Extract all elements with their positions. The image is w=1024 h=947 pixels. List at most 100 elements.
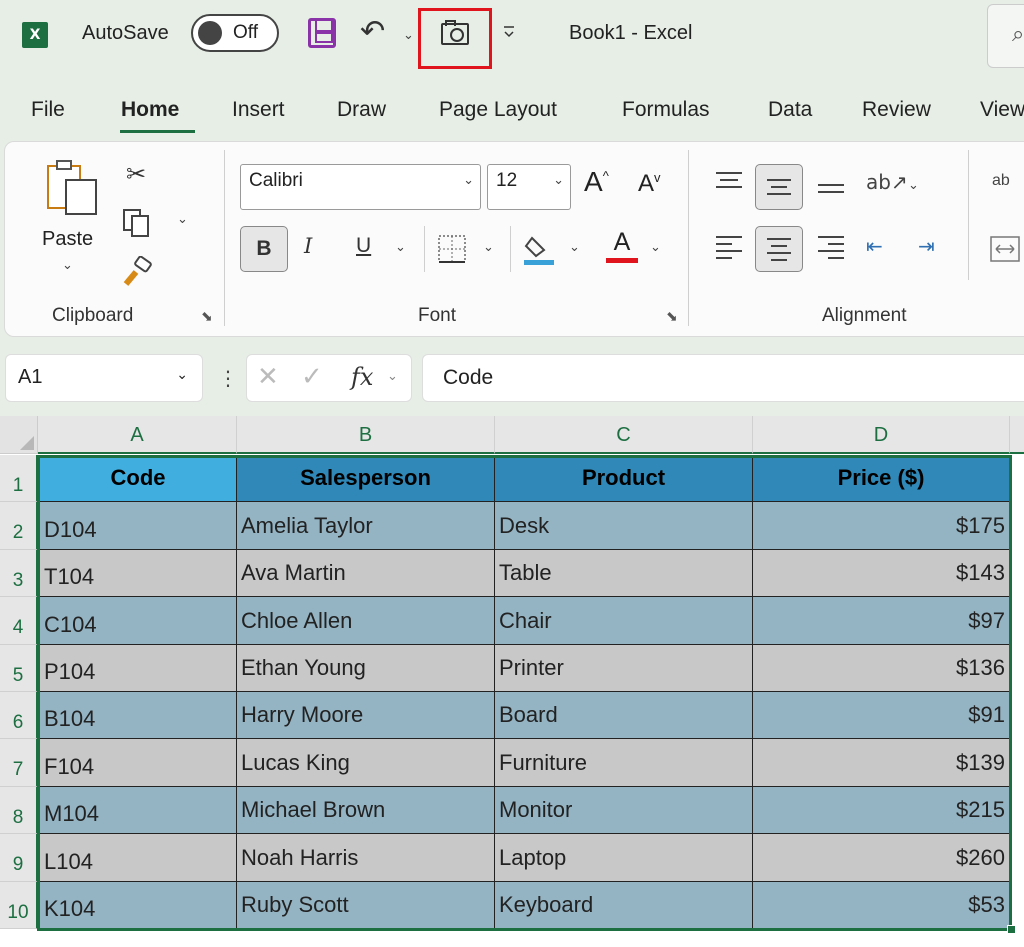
grow-font-icon[interactable]: A^	[584, 166, 609, 198]
tab-insert[interactable]: Insert	[232, 98, 285, 122]
copy-dropdown-icon[interactable]: ⌄	[177, 212, 188, 227]
undo-icon[interactable]: ↶	[360, 14, 385, 49]
undo-dropdown-icon[interactable]: ⌄	[403, 28, 414, 43]
bold-button[interactable]: B	[240, 226, 288, 272]
shrink-font-icon[interactable]: Av	[638, 170, 661, 198]
cut-icon[interactable]: ✂	[126, 160, 146, 188]
table-cell[interactable]: $53	[753, 882, 1010, 929]
column-header-b[interactable]: B	[237, 416, 495, 454]
table-cell[interactable]: Table	[495, 550, 753, 597]
column-header-d[interactable]: D	[753, 416, 1010, 454]
table-cell[interactable]: C104	[40, 597, 237, 645]
paste-label[interactable]: Paste	[42, 228, 93, 251]
clipboard-launcher-icon[interactable]: ⬊	[201, 309, 213, 325]
orientation-icon[interactable]: ab↗	[866, 170, 908, 194]
table-cell[interactable]: Chair	[495, 597, 753, 645]
camera-icon[interactable]	[441, 20, 469, 45]
align-bottom-icon[interactable]	[818, 184, 844, 198]
header-cell[interactable]: Product	[495, 455, 753, 502]
tab-data[interactable]: Data	[768, 98, 812, 122]
autosave-toggle[interactable]: Off	[191, 14, 279, 52]
customize-qat-icon[interactable]	[502, 24, 516, 45]
row-header-1[interactable]: 1	[0, 455, 38, 502]
row-header-3[interactable]: 3	[0, 550, 38, 597]
row-header-4[interactable]: 4	[0, 597, 38, 645]
insert-function-icon[interactable]: fx	[351, 363, 373, 391]
table-cell[interactable]: Board	[495, 692, 753, 739]
underline-button[interactable]: U	[356, 234, 371, 258]
table-cell[interactable]: Monitor	[495, 787, 753, 834]
orientation-dropdown-icon[interactable]: ⌄	[908, 178, 919, 193]
row-header-8[interactable]: 8	[0, 787, 38, 834]
table-cell[interactable]: Furniture	[495, 739, 753, 787]
align-right-icon[interactable]	[818, 236, 844, 264]
table-cell[interactable]: Keyboard	[495, 882, 753, 929]
table-cell[interactable]: P104	[40, 645, 237, 692]
font-color-icon[interactable]: A	[606, 228, 638, 266]
tab-home[interactable]: Home	[121, 98, 179, 122]
row-header-6[interactable]: 6	[0, 692, 38, 739]
table-cell[interactable]: D104	[40, 502, 237, 550]
increase-indent-icon[interactable]: ⇥	[918, 234, 935, 258]
borders-icon[interactable]	[437, 234, 469, 271]
font-color-dropdown-icon[interactable]: ⌄	[650, 240, 661, 255]
underline-dropdown-icon[interactable]: ⌄	[395, 240, 406, 255]
table-cell[interactable]: $97	[753, 597, 1010, 645]
align-center-button[interactable]	[755, 226, 803, 272]
borders-dropdown-icon[interactable]: ⌄	[483, 240, 494, 255]
header-cell[interactable]: Price ($)	[753, 455, 1010, 502]
tab-page-layout[interactable]: Page Layout	[439, 98, 557, 122]
table-cell[interactable]: $143	[753, 550, 1010, 597]
table-cell[interactable]: Harry Moore	[237, 692, 495, 739]
fill-color-dropdown-icon[interactable]: ⌄	[569, 240, 580, 255]
table-cell[interactable]: $136	[753, 645, 1010, 692]
column-header-a[interactable]: A	[38, 416, 237, 454]
table-cell[interactable]: Lucas King	[237, 739, 495, 787]
paste-icon[interactable]	[44, 156, 102, 221]
table-cell[interactable]: $91	[753, 692, 1010, 739]
tab-view[interactable]: View	[980, 98, 1024, 122]
search-icon[interactable]: ⌕	[1012, 22, 1024, 47]
font-launcher-icon[interactable]: ⬊	[666, 309, 678, 325]
table-cell[interactable]: F104	[40, 739, 237, 787]
select-all-corner[interactable]	[0, 416, 38, 454]
fill-handle[interactable]	[1007, 925, 1016, 934]
row-header-2[interactable]: 2	[0, 502, 38, 550]
fill-color-icon[interactable]	[524, 232, 556, 271]
name-box[interactable]: A1 ⌄	[5, 354, 203, 402]
format-painter-icon[interactable]	[122, 255, 154, 293]
font-size-dropdown[interactable]: 12 ⌄	[487, 164, 571, 210]
header-cell[interactable]: Salesperson	[237, 455, 495, 502]
row-header-9[interactable]: 9	[0, 834, 38, 882]
column-header-c[interactable]: C	[495, 416, 753, 454]
table-cell[interactable]: $215	[753, 787, 1010, 834]
tab-draw[interactable]: Draw	[337, 98, 386, 122]
column-header-e[interactable]	[1010, 416, 1024, 454]
table-cell[interactable]: Ava Martin	[237, 550, 495, 597]
table-cell[interactable]: Noah Harris	[237, 834, 495, 882]
table-cell[interactable]: Michael Brown	[237, 787, 495, 834]
tab-formulas[interactable]: Formulas	[622, 98, 710, 122]
align-left-icon[interactable]	[716, 236, 742, 264]
align-middle-button[interactable]	[755, 164, 803, 210]
table-cell[interactable]: Chloe Allen	[237, 597, 495, 645]
table-cell[interactable]: Amelia Taylor	[237, 502, 495, 550]
italic-button[interactable]: I	[304, 234, 312, 258]
table-cell[interactable]: K104	[40, 882, 237, 929]
row-header-5[interactable]: 5	[0, 645, 38, 692]
save-icon[interactable]	[308, 18, 336, 48]
row-header-10[interactable]: 10	[0, 882, 38, 929]
align-top-icon[interactable]	[716, 172, 742, 193]
table-cell[interactable]: L104	[40, 834, 237, 882]
table-cell[interactable]: Ruby Scott	[237, 882, 495, 929]
table-cell[interactable]: T104	[40, 550, 237, 597]
copy-icon[interactable]	[122, 208, 154, 243]
table-cell[interactable]: Laptop	[495, 834, 753, 882]
cancel-icon[interactable]: ✕	[257, 362, 279, 392]
wrap-text-icon[interactable]: ab	[992, 172, 1010, 190]
header-cell[interactable]: Code	[40, 455, 237, 502]
table-cell[interactable]: $139	[753, 739, 1010, 787]
tab-file[interactable]: File	[31, 98, 65, 122]
table-cell[interactable]: Printer	[495, 645, 753, 692]
table-cell[interactable]: $175	[753, 502, 1010, 550]
